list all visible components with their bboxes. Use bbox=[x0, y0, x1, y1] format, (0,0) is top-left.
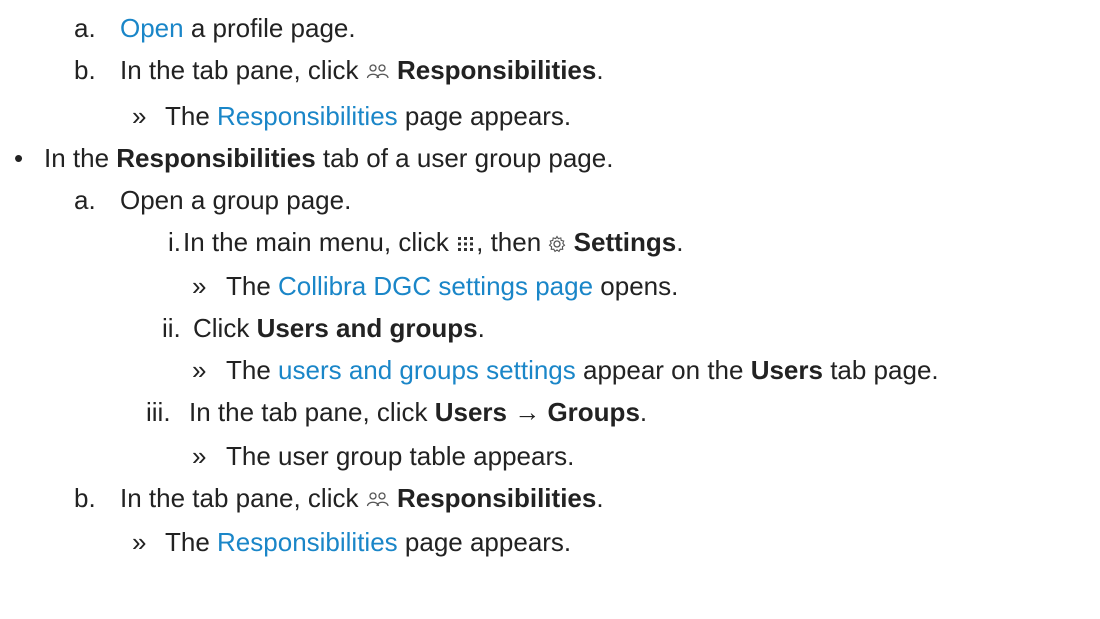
users-and-groups-label: Users and groups bbox=[256, 313, 478, 343]
result-marker: » bbox=[192, 355, 207, 385]
bullet-text: In the bbox=[44, 143, 117, 173]
step-text-end: . bbox=[477, 313, 485, 343]
step-text: In the tab pane, click bbox=[120, 55, 366, 85]
result-marker: » bbox=[132, 101, 147, 131]
result-text: The bbox=[226, 355, 279, 385]
result-text: The user group table appears. bbox=[226, 441, 575, 471]
result-text-mid: appear on the bbox=[575, 355, 751, 385]
groups-label: Groups bbox=[547, 397, 640, 427]
responsibilities-label: Responsibilities bbox=[396, 55, 597, 85]
step-text-end: . bbox=[596, 55, 604, 85]
result-marker: » bbox=[132, 527, 147, 557]
step-text: In the main menu, click bbox=[183, 227, 457, 257]
result-marker: » bbox=[192, 271, 207, 301]
responsibilities-link[interactable]: Responsibilities bbox=[217, 527, 398, 557]
list-marker: i. bbox=[168, 227, 181, 257]
list-marker: iii. bbox=[146, 397, 171, 427]
result-text: The bbox=[226, 271, 279, 301]
bullet-text-end: tab of a user group page. bbox=[315, 143, 614, 173]
result-text: The bbox=[165, 527, 218, 557]
people-icon bbox=[366, 491, 390, 509]
users-groups-settings-link[interactable]: users and groups settings bbox=[278, 355, 576, 385]
list-marker: a. bbox=[74, 185, 96, 215]
step-text: In the tab pane, click bbox=[189, 397, 435, 427]
step-text-end: . bbox=[676, 227, 684, 257]
users-label: Users bbox=[434, 397, 507, 427]
step-text: a profile page. bbox=[183, 13, 356, 43]
result-text: The bbox=[165, 101, 218, 131]
people-icon bbox=[366, 63, 390, 81]
result-text-end: page appears. bbox=[397, 101, 572, 131]
responsibilities-label: Responsibilities bbox=[396, 483, 597, 513]
responsibilities-link[interactable]: Responsibilities bbox=[217, 101, 398, 131]
step-text-end: . bbox=[596, 483, 604, 513]
list-marker: ii. bbox=[162, 313, 181, 343]
list-marker: a. bbox=[74, 13, 96, 43]
gear-icon bbox=[548, 235, 566, 253]
step-text-end: . bbox=[639, 397, 648, 427]
step-text: Click bbox=[193, 313, 257, 343]
collibra-settings-link[interactable]: Collibra DGC settings page bbox=[278, 271, 593, 301]
grid-menu-icon bbox=[456, 235, 476, 253]
list-marker: b. bbox=[74, 483, 96, 513]
step-text: Open a group page. bbox=[120, 185, 352, 215]
arrow-icon: → bbox=[507, 397, 548, 427]
bullet-marker: • bbox=[14, 143, 24, 173]
result-text-end: opens. bbox=[593, 271, 679, 301]
users-label: Users bbox=[750, 355, 823, 385]
result-text-end: tab page. bbox=[822, 355, 939, 385]
responsibilities-label: Responsibilities bbox=[116, 143, 316, 173]
result-text-end: page appears. bbox=[397, 527, 572, 557]
result-marker: » bbox=[192, 441, 207, 471]
step-text: In the tab pane, click bbox=[120, 483, 366, 513]
list-marker: b. bbox=[74, 55, 96, 85]
step-text-mid: , then bbox=[476, 227, 549, 257]
settings-label: Settings bbox=[573, 227, 677, 257]
open-link[interactable]: Open bbox=[120, 13, 184, 43]
